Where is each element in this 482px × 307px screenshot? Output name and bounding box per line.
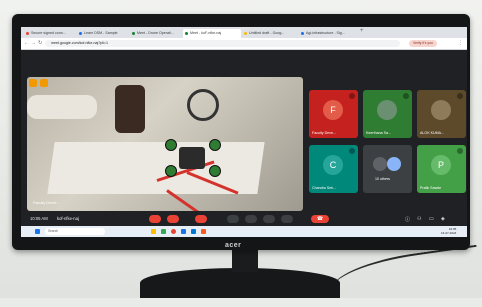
participant-tile[interactable]: ALOK KUMA... [417, 90, 466, 138]
avatar-group [373, 157, 387, 171]
end-call-button[interactable]: ☎ [311, 215, 329, 223]
participant-tile[interactable]: F Faculty Deve... [309, 90, 358, 138]
participant-name: Chandra Sek... [312, 186, 336, 190]
tab-favicon-icon [244, 32, 247, 35]
tab-favicon-icon [185, 32, 188, 35]
app-icon[interactable] [161, 229, 166, 234]
url-text: meet.google.com/kof-nfke-naj?pli=1 [51, 41, 109, 45]
mic-status-icon [457, 148, 463, 154]
new-tab-button[interactable]: + [360, 28, 364, 34]
presenter-video: Faculty Drone... [27, 77, 303, 211]
avatar: C [323, 155, 343, 175]
drone-propeller [209, 165, 221, 177]
mic-button[interactable] [149, 215, 161, 223]
avatar-group [387, 157, 401, 171]
meet-controls: 10:05 AM kof-nfke-naj ☎ ⓘ ⚇ ▭ ◈ [21, 213, 467, 226]
back-icon[interactable]: ← [24, 40, 29, 46]
clock-date: 16-07-2024 [441, 231, 457, 235]
tab-favicon-icon [132, 32, 135, 35]
browser-tab[interactable]: Meet - Drone Operati... [130, 29, 182, 38]
browser-tab[interactable]: Agi-infrastructure - Sig... [299, 29, 357, 38]
app-icon[interactable] [151, 229, 156, 234]
tab-label: Meet - koF-nfke-naj [190, 31, 222, 35]
reload-icon[interactable]: ↻ [38, 40, 42, 46]
app-icon[interactable] [181, 229, 186, 234]
participant-tile[interactable]: C Chandra Sek... [309, 145, 358, 193]
tab-label: Meet - Drone Operati... [137, 31, 174, 35]
drone-propeller [165, 165, 177, 177]
captions-button[interactable] [195, 215, 207, 223]
video-ring [187, 89, 219, 121]
taskbar-search[interactable]: Search [45, 228, 105, 235]
mic-status-icon [349, 93, 355, 99]
drone-propeller [209, 139, 221, 151]
participant-tile[interactable]: Keerthana Sa... [363, 90, 412, 138]
browser-tab-active[interactable]: Meet - koF-nfke-naj [183, 29, 241, 38]
browser-tab-strip: Secure signed conn... Learn DSM - Sample… [21, 27, 467, 38]
mic-status-icon [403, 93, 409, 99]
others-tile[interactable]: 10 others [363, 145, 412, 193]
avatar: F [323, 100, 343, 120]
app-icon[interactable] [191, 229, 196, 234]
browser-tab[interactable]: Learn DSM - Sample [77, 29, 129, 38]
drone-body [179, 147, 205, 169]
captions-icon[interactable] [40, 79, 48, 87]
mic-status-icon [457, 93, 463, 99]
info-icon[interactable]: ⓘ [405, 216, 410, 223]
meeting-time: 10:05 AM [30, 216, 48, 221]
tab-favicon-icon [26, 32, 29, 35]
monitor-logo: acer [225, 242, 242, 249]
raise-hand-button[interactable] [263, 215, 275, 223]
mic-status-icon [349, 148, 355, 154]
avatar [377, 100, 397, 120]
start-icon[interactable] [35, 229, 40, 234]
address-bar[interactable]: meet.google.com/kof-nfke-naj?pli=1 [45, 40, 400, 47]
camera-button[interactable] [167, 215, 179, 223]
monitor-stand [232, 250, 258, 272]
avatar: P [431, 155, 451, 175]
participant-name: Faculty Deve... [312, 131, 336, 135]
present-button[interactable] [245, 215, 257, 223]
search-placeholder: Search [48, 229, 59, 233]
forward-icon[interactable]: → [31, 40, 36, 46]
participant-name: ALOK KUMA... [420, 131, 444, 135]
chrome-icon[interactable] [171, 229, 176, 234]
pin-icon[interactable] [29, 79, 37, 87]
video-arm [27, 95, 97, 119]
video-person [115, 85, 145, 133]
browser-tab[interactable]: Untitled draft - Goog... [242, 29, 298, 38]
activities-icon[interactable]: ◈ [441, 216, 445, 222]
avatar [431, 100, 451, 120]
tab-label: Untitled draft - Goog... [249, 31, 285, 35]
monitor-base [140, 268, 340, 298]
meeting-code: kof-nfke-naj [57, 216, 79, 221]
presenter-name: Faculty Drone... [33, 201, 60, 205]
meet-window: Faculty Drone... F Faculty Deve... Keert… [21, 50, 467, 213]
browser-tab[interactable]: Secure signed conn... [24, 29, 76, 38]
menu-icon[interactable]: ⋮ [458, 40, 463, 46]
others-count: 10 others [375, 177, 390, 181]
more-options-button[interactable] [281, 215, 293, 223]
tab-label: Learn DSM - Sample [84, 31, 118, 35]
people-icon[interactable]: ⚇ [417, 216, 421, 222]
windows-taskbar: Search 10:05 16-07-2024 [21, 226, 467, 237]
app-icon[interactable] [201, 229, 206, 234]
tab-favicon-icon [301, 32, 304, 35]
drone [157, 137, 227, 177]
drone-propeller [165, 139, 177, 151]
tab-label: Secure signed conn... [31, 31, 66, 35]
tab-label: Agi-infrastructure - Sig... [306, 31, 345, 35]
taskbar-clock: 10:05 16-07-2024 [441, 227, 456, 235]
participant-tile[interactable]: P Pratik Sawde [417, 145, 466, 193]
emoji-button[interactable] [227, 215, 239, 223]
profile-button[interactable]: Verify it's you [409, 40, 437, 47]
screen: Secure signed conn... Learn DSM - Sample… [21, 27, 467, 237]
tab-favicon-icon [79, 32, 82, 35]
participant-name: Keerthana Sa... [366, 131, 391, 135]
participant-name: Pratik Sawde [420, 186, 442, 190]
chat-icon[interactable]: ▭ [429, 216, 434, 222]
browser-toolbar: ← → ↻ meet.google.com/kof-nfke-naj?pli=1… [21, 38, 467, 50]
